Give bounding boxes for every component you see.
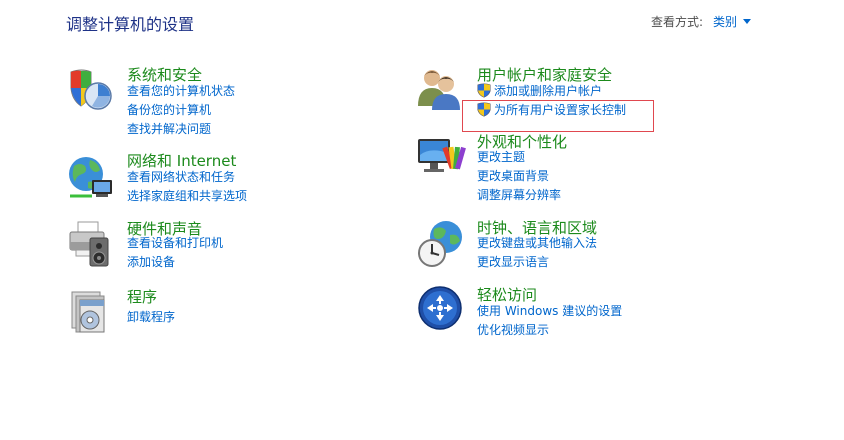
link-add-remove-accounts[interactable]: 添加或删除用户帐户	[477, 82, 626, 101]
network-globe-icon[interactable]	[66, 152, 116, 202]
view-by-label: 查看方式:	[651, 15, 704, 29]
chevron-down-icon[interactable]	[743, 19, 752, 24]
link-change-input-method[interactable]: 更改键盘或其他输入法	[477, 234, 597, 253]
link-troubleshoot[interactable]: 查找并解决问题	[127, 120, 235, 139]
link-add-device[interactable]: 添加设备	[127, 253, 223, 272]
link-view-computer-status[interactable]: 查看您的计算机状态	[127, 82, 235, 101]
link-devices-printers[interactable]: 查看设备和打印机	[127, 234, 223, 253]
link-screen-resolution[interactable]: 调整屏幕分辨率	[477, 186, 561, 205]
link-homegroup-sharing[interactable]: 选择家庭组和共享选项	[127, 187, 247, 206]
link-change-display-language[interactable]: 更改显示语言	[477, 253, 597, 272]
link-change-theme[interactable]: 更改主题	[477, 148, 561, 167]
shield-computer-icon[interactable]	[66, 66, 116, 116]
uac-shield-icon	[477, 83, 491, 98]
printer-speaker-icon[interactable]	[66, 220, 116, 270]
view-by-dropdown[interactable]: 类别	[713, 15, 737, 29]
clock-globe-icon[interactable]	[416, 219, 466, 269]
page-title: 调整计算机的设置	[66, 15, 195, 34]
programs-box-icon[interactable]	[66, 288, 116, 338]
link-change-background[interactable]: 更改桌面背景	[477, 167, 561, 186]
highlight-box	[462, 100, 654, 132]
ease-of-access-icon[interactable]	[416, 286, 466, 336]
view-by-control: 查看方式: 类别	[651, 13, 752, 30]
link-uninstall-program[interactable]: 卸载程序	[127, 308, 175, 327]
users-icon[interactable]	[416, 66, 466, 116]
link-optimize-video-display[interactable]: 优化视频显示	[477, 321, 622, 340]
monitor-palette-icon[interactable]	[416, 133, 466, 183]
link-backup-computer[interactable]: 备份您的计算机	[127, 101, 235, 120]
link-add-remove-accounts-label: 添加或删除用户帐户	[494, 84, 603, 98]
category-title-programs[interactable]: 程序	[127, 286, 157, 307]
link-view-network-status[interactable]: 查看网络状态和任务	[127, 168, 247, 187]
link-windows-recommended-settings[interactable]: 使用 Windows 建议的设置	[477, 302, 622, 321]
